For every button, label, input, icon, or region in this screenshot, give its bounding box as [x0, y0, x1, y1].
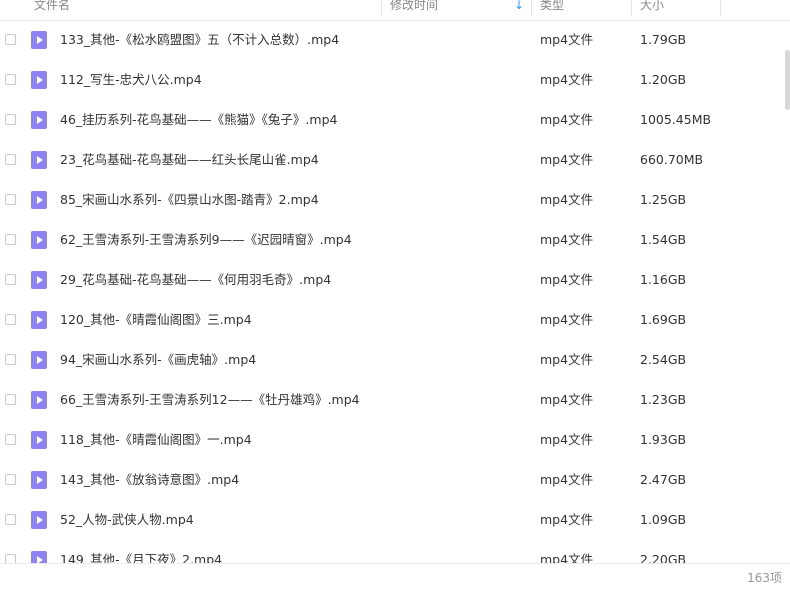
- file-list: 133_其他-《松水鸥盟图》五（不计入总数）.mp4 mp4文件 1.79GB 112…: [0, 20, 790, 563]
- file-size: 1.23GB: [640, 392, 687, 407]
- row-checkbox[interactable]: [5, 434, 16, 445]
- column-header-name[interactable]: 文件名: [34, 0, 70, 20]
- file-type: mp4文件: [540, 32, 594, 47]
- scrollbar-thumb[interactable]: [785, 50, 790, 110]
- table-row[interactable]: 23_花鸟基础-花鸟基础——红头长尾山雀.mp4 mp4文件 660.70MB: [0, 140, 790, 180]
- table-row[interactable]: 112_写生-忠犬八公.mp4 mp4文件 1.20GB: [0, 60, 790, 100]
- file-size: 2.20GB: [640, 552, 687, 563]
- row-checkbox[interactable]: [5, 474, 16, 485]
- table-row[interactable]: 118_其他-《晴霞仙阁图》一.mp4 mp4文件 1.93GB: [0, 420, 790, 460]
- file-size: 1.16GB: [640, 272, 687, 287]
- file-size: 660.70MB: [640, 152, 704, 167]
- file-type: mp4文件: [540, 392, 594, 407]
- table-row[interactable]: 52_人物-武侠人物.mp4 mp4文件 1.09GB: [0, 500, 790, 540]
- video-file-icon: [31, 231, 47, 249]
- file-name[interactable]: 143_其他-《放翁诗意图》.mp4: [60, 460, 239, 500]
- row-checkbox[interactable]: [5, 34, 16, 45]
- file-type: mp4文件: [540, 112, 594, 127]
- file-size: 1.69GB: [640, 312, 687, 327]
- video-file-icon: [31, 351, 47, 369]
- video-file-icon: [31, 431, 47, 449]
- file-type: mp4文件: [540, 552, 594, 563]
- row-checkbox[interactable]: [5, 154, 16, 165]
- table-row[interactable]: 46_挂历系列-花鸟基础——《熊猫》《兔子》.mp4 mp4文件 1005.45MB: [0, 100, 790, 140]
- file-name[interactable]: 94_宋画山水系列-《画虎轴》.mp4: [60, 340, 256, 380]
- file-size: 1.93GB: [640, 432, 687, 447]
- file-list-header: 文件名 修改时间 ↓ 类型 大小: [0, 0, 790, 21]
- file-type: mp4文件: [540, 192, 594, 207]
- arrow-down-icon[interactable]: ↓: [514, 0, 524, 20]
- file-name[interactable]: 52_人物-武侠人物.mp4: [60, 500, 194, 540]
- video-file-icon: [31, 111, 47, 129]
- video-file-icon: [31, 551, 47, 563]
- file-name[interactable]: 118_其他-《晴霞仙阁图》一.mp4: [60, 420, 252, 460]
- file-type: mp4文件: [540, 512, 594, 527]
- status-bar: 163项: [0, 563, 790, 590]
- file-type: mp4文件: [540, 152, 594, 167]
- row-checkbox[interactable]: [5, 394, 16, 405]
- file-size: 1.54GB: [640, 232, 687, 247]
- column-header-modified-time[interactable]: 修改时间: [390, 0, 438, 20]
- file-size: 1005.45MB: [640, 112, 712, 127]
- table-row[interactable]: 29_花鸟基础-花鸟基础——《何用羽毛奇》.mp4 mp4文件 1.16GB: [0, 260, 790, 300]
- file-type: mp4文件: [540, 312, 594, 327]
- scrollbar[interactable]: [784, 20, 790, 563]
- file-name[interactable]: 29_花鸟基础-花鸟基础——《何用羽毛奇》.mp4: [60, 260, 331, 300]
- row-checkbox[interactable]: [5, 354, 16, 365]
- table-row[interactable]: 62_王雪涛系列-王雪涛系列9——《迟园晴窗》.mp4 mp4文件 1.54GB: [0, 220, 790, 260]
- file-size: 2.54GB: [640, 352, 687, 367]
- video-file-icon: [31, 271, 47, 289]
- table-row[interactable]: 149_其他-《月下夜》2.mp4 mp4文件 2.20GB: [0, 540, 790, 563]
- table-row[interactable]: 133_其他-《松水鸥盟图》五（不计入总数）.mp4 mp4文件 1.79GB: [0, 20, 790, 60]
- file-type: mp4文件: [540, 472, 594, 487]
- video-file-icon: [31, 71, 47, 89]
- column-header-type[interactable]: 类型: [540, 0, 564, 20]
- file-size: 2.47GB: [640, 472, 687, 487]
- file-name[interactable]: 23_花鸟基础-花鸟基础——红头长尾山雀.mp4: [60, 140, 319, 180]
- file-type: mp4文件: [540, 72, 594, 87]
- file-type: mp4文件: [540, 232, 594, 247]
- row-checkbox[interactable]: [5, 74, 16, 85]
- row-checkbox[interactable]: [5, 554, 16, 563]
- row-checkbox[interactable]: [5, 514, 16, 525]
- file-size: 1.09GB: [640, 512, 687, 527]
- video-file-icon: [31, 471, 47, 489]
- table-row[interactable]: 143_其他-《放翁诗意图》.mp4 mp4文件 2.47GB: [0, 460, 790, 500]
- file-size: 1.79GB: [640, 32, 687, 47]
- file-name[interactable]: 85_宋画山水系列-《四景山水图-踏青》2.mp4: [60, 180, 319, 220]
- column-divider[interactable]: [631, 0, 632, 16]
- file-type: mp4文件: [540, 352, 594, 367]
- file-type: mp4文件: [540, 432, 594, 447]
- item-count: 163项: [747, 571, 782, 585]
- video-file-icon: [31, 151, 47, 169]
- column-divider[interactable]: [381, 0, 382, 16]
- table-row[interactable]: 94_宋画山水系列-《画虎轴》.mp4 mp4文件 2.54GB: [0, 340, 790, 380]
- column-header-size[interactable]: 大小: [640, 0, 664, 20]
- file-name[interactable]: 46_挂历系列-花鸟基础——《熊猫》《兔子》.mp4: [60, 100, 337, 140]
- row-checkbox[interactable]: [5, 114, 16, 125]
- video-file-icon: [31, 31, 47, 49]
- table-row[interactable]: 85_宋画山水系列-《四景山水图-踏青》2.mp4 mp4文件 1.25GB: [0, 180, 790, 220]
- file-size: 1.20GB: [640, 72, 687, 87]
- file-name[interactable]: 62_王雪涛系列-王雪涛系列9——《迟园晴窗》.mp4: [60, 220, 352, 260]
- row-checkbox[interactable]: [5, 194, 16, 205]
- video-file-icon: [31, 311, 47, 329]
- file-size: 1.25GB: [640, 192, 687, 207]
- file-name[interactable]: 133_其他-《松水鸥盟图》五（不计入总数）.mp4: [60, 20, 339, 60]
- table-row[interactable]: 120_其他-《晴霞仙阁图》三.mp4 mp4文件 1.69GB: [0, 300, 790, 340]
- column-divider[interactable]: [531, 0, 532, 16]
- row-checkbox[interactable]: [5, 274, 16, 285]
- file-type: mp4文件: [540, 272, 594, 287]
- table-row[interactable]: 66_王雪涛系列-王雪涛系列12——《牡丹雄鸡》.mp4 mp4文件 1.23GB: [0, 380, 790, 420]
- file-name[interactable]: 112_写生-忠犬八公.mp4: [60, 60, 202, 100]
- video-file-icon: [31, 391, 47, 409]
- video-file-icon: [31, 511, 47, 529]
- video-file-icon: [31, 191, 47, 209]
- row-checkbox[interactable]: [5, 314, 16, 325]
- file-name[interactable]: 120_其他-《晴霞仙阁图》三.mp4: [60, 300, 252, 340]
- column-divider[interactable]: [720, 0, 721, 16]
- file-name[interactable]: 149_其他-《月下夜》2.mp4: [60, 540, 222, 563]
- row-checkbox[interactable]: [5, 234, 16, 245]
- file-name[interactable]: 66_王雪涛系列-王雪涛系列12——《牡丹雄鸡》.mp4: [60, 380, 360, 420]
